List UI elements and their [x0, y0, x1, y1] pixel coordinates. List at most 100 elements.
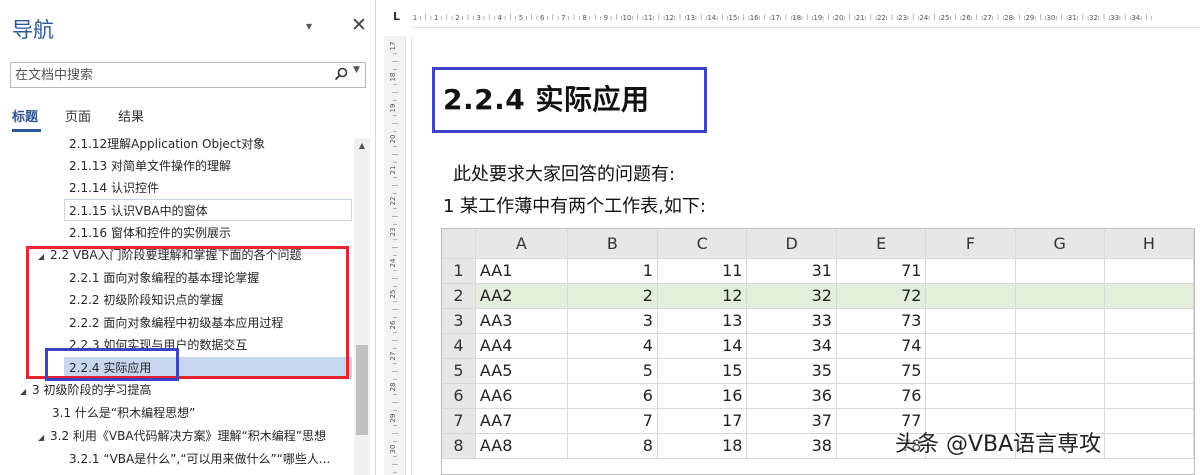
sheet-cell[interactable]: 34	[746, 333, 837, 359]
sheet-cell[interactable]: 18	[657, 433, 748, 459]
sheet-cell[interactable]: 5	[567, 358, 658, 384]
tree-item[interactable]: ◢ 3.2 利用《VBA代码解决方案》理解“积木编程”思想	[38, 425, 326, 447]
tree-item[interactable]: ◢ 3 初级阶段的学习提高	[20, 379, 151, 401]
sheet-cell[interactable]: 35	[746, 358, 837, 384]
scroll-up-arrow-icon[interactable]: ▲	[354, 138, 370, 154]
tree-item-selected[interactable]: 2.2.4 实际应用	[64, 357, 352, 379]
sheet-cell[interactable]: 8	[567, 433, 658, 459]
sheet-cell[interactable]	[1015, 308, 1105, 334]
sheet-cell[interactable]	[925, 283, 1016, 309]
sheet-cell[interactable]: 74	[836, 333, 927, 359]
sheet-cell[interactable]: 75	[836, 358, 927, 384]
document-paragraph[interactable]: 此处要求大家回答的问题有:	[453, 160, 675, 186]
sheet-cell[interactable]	[1104, 383, 1194, 409]
tab-pages[interactable]: 页面	[65, 106, 91, 125]
row-header[interactable]: 1	[442, 258, 476, 284]
sheet-cell[interactable]	[1015, 333, 1105, 359]
sheet-cell[interactable]: 17	[657, 408, 748, 434]
nav-options-dropdown-icon[interactable]: ▾	[306, 19, 312, 33]
tree-item[interactable]: 2.1.13 对简单文件操作的理解	[69, 155, 231, 177]
tree-item[interactable]: 2.2.1 面向对象编程的基本理论掌握	[69, 267, 259, 289]
sheet-cell[interactable]: 7	[567, 408, 658, 434]
vertical-ruler[interactable]: 17 18 19 20 21 22 23 24 25 26 27 28 29 30	[384, 36, 406, 475]
sheet-cell[interactable]: 37	[746, 408, 837, 434]
tab-headings[interactable]: 标题	[12, 106, 38, 125]
tab-results[interactable]: 结果	[118, 106, 144, 125]
column-header[interactable]: A	[475, 229, 568, 259]
sheet-cell[interactable]: 31	[746, 258, 837, 284]
sheet-cell[interactable]: AA1	[475, 258, 568, 284]
sheet-cell[interactable]	[1104, 358, 1194, 384]
sheet-cell[interactable]: 36	[746, 383, 837, 409]
row-header[interactable]: 3	[442, 308, 476, 334]
search-options-chevron-down-icon[interactable]: ▼	[353, 65, 360, 75]
column-header[interactable]: B	[567, 229, 658, 259]
row-header[interactable]: 4	[442, 333, 476, 359]
sheet-cell[interactable]	[1104, 308, 1194, 334]
sheet-cell[interactable]	[1104, 408, 1194, 434]
row-header[interactable]: 8	[442, 433, 476, 459]
sheet-cell[interactable]: AA4	[475, 333, 568, 359]
sheet-cell[interactable]: 6	[567, 383, 658, 409]
row-header[interactable]: 6	[442, 383, 476, 409]
tab-stop-selector-icon[interactable]: L	[393, 10, 400, 23]
sheet-cell[interactable]: AA2	[475, 283, 568, 309]
search-box[interactable]: ▼	[10, 62, 366, 88]
column-header[interactable]: G	[1015, 229, 1105, 259]
sheet-cell[interactable]: AA6	[475, 383, 568, 409]
sheet-cell[interactable]: 71	[836, 258, 927, 284]
sheet-cell[interactable]	[1015, 283, 1105, 309]
sheet-cell[interactable]: 2	[567, 283, 658, 309]
document-heading[interactable]: 2.2.4 实际应用	[443, 78, 649, 118]
tree-item[interactable]: 3.1 什么是“积木编程思想”	[52, 402, 195, 424]
tree-item[interactable]: 2.2.3 如何实现与用户的数据交互	[69, 334, 247, 356]
sheet-cell[interactable]: AA8	[475, 433, 568, 459]
column-header[interactable]: D	[746, 229, 837, 259]
sheet-cell[interactable]: 32	[746, 283, 837, 309]
sheet-cell[interactable]: 14	[657, 333, 748, 359]
horizontal-ruler[interactable]: 1 1 2 3 4 5 6 7 8 9 10 11 12 13 14 15 16 17 18 19 20 21 22 23 24…	[411, 6, 1200, 28]
sheet-cell[interactable]: 72	[836, 283, 927, 309]
column-header[interactable]: F	[925, 229, 1016, 259]
sheet-cell[interactable]: 12	[657, 283, 748, 309]
sheet-cell[interactable]	[925, 333, 1016, 359]
sheet-cell[interactable]	[925, 258, 1016, 284]
document-paragraph[interactable]: 1 某工作薄中有两个工作表,如下:	[443, 192, 706, 218]
sheet-cell[interactable]: 15	[657, 358, 748, 384]
sheet-cell[interactable]: AA7	[475, 408, 568, 434]
sheet-cell[interactable]: 76	[836, 383, 927, 409]
sheet-cell[interactable]	[1104, 333, 1194, 359]
sheet-cell[interactable]	[925, 358, 1016, 384]
tree-item[interactable]: 2.1.15 认识VBA中的窗体	[64, 199, 352, 221]
sheet-cell[interactable]	[925, 308, 1016, 334]
sheet-cell[interactable]	[1104, 433, 1194, 459]
sheet-cell[interactable]: 73	[836, 308, 927, 334]
nav-scrollbar[interactable]: ▲	[354, 138, 370, 475]
column-header[interactable]: C	[657, 229, 748, 259]
tree-item[interactable]: 2.2.2 面向对象编程中初级基本应用过程	[69, 312, 283, 334]
tree-item[interactable]: 2.1.16 窗体和控件的实例展示	[69, 222, 231, 244]
sheet-cell[interactable]	[1015, 383, 1105, 409]
tree-item[interactable]: 2.1.14 认识控件	[69, 177, 159, 199]
sheet-cell[interactable]: 1	[567, 258, 658, 284]
sheet-cell[interactable]	[1104, 258, 1194, 284]
sheet-cell[interactable]: AA3	[475, 308, 568, 334]
search-input[interactable]	[11, 63, 329, 87]
tree-item[interactable]: 3.2.1 “VBA是什么”,“可以用来做什么”“哪些人...	[69, 448, 330, 470]
sheet-cell[interactable]	[925, 383, 1016, 409]
sheet-cell[interactable]	[1104, 283, 1194, 309]
close-icon[interactable]: ✕	[351, 14, 367, 36]
column-header[interactable]: E	[836, 229, 927, 259]
sheet-cell[interactable]	[1015, 258, 1105, 284]
sheet-cell[interactable]: 16	[657, 383, 748, 409]
collapse-triangle-icon[interactable]: ◢	[38, 246, 50, 268]
tree-item[interactable]: ◢ 2.2 VBA入门阶段要理解和掌握下面的各个问题	[38, 244, 302, 266]
sheet-cell[interactable]: 33	[746, 308, 837, 334]
sheet-cell[interactable]: 3	[567, 308, 658, 334]
row-header[interactable]: 7	[442, 408, 476, 434]
select-all-corner[interactable]	[442, 229, 476, 259]
column-header[interactable]: H	[1104, 229, 1194, 259]
tree-item[interactable]: 2.2.2 初级阶段知识点的掌握	[69, 289, 223, 311]
sheet-cell[interactable]: 11	[657, 258, 748, 284]
scroll-thumb[interactable]	[356, 345, 368, 435]
